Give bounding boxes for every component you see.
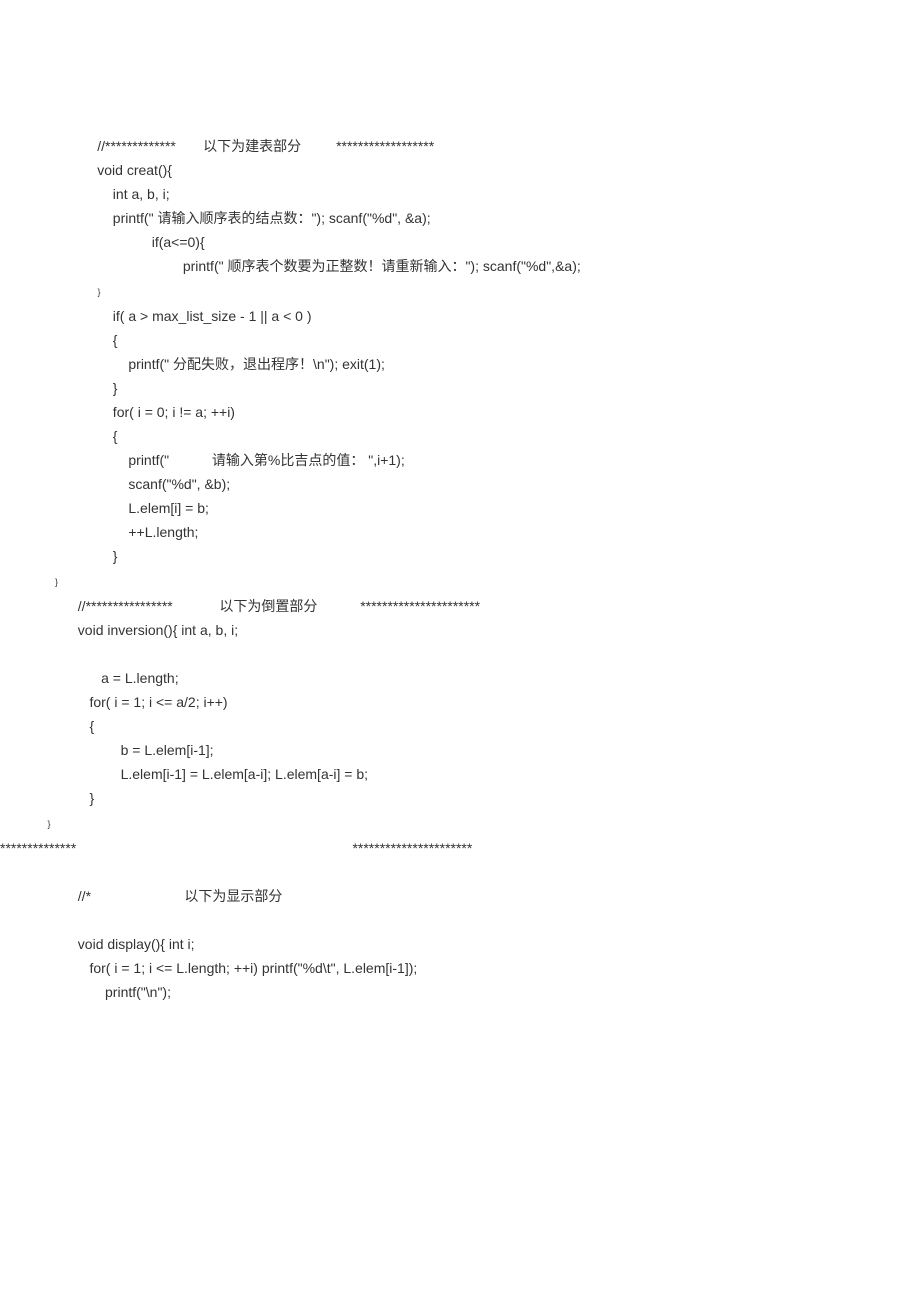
code-line: for( i = 1; i <= L.length; ++i) printf("… [0, 960, 417, 976]
code-line: int a, b, i; [0, 186, 170, 202]
code-line: printf(" 请输入顺序表的结点数："); scanf("%d", &a); [0, 210, 431, 226]
code-line: if( a > max_list_size - 1 || a < 0 ) [0, 308, 312, 324]
code-line: //**************** 以下为倒置部分 *************… [0, 598, 480, 614]
code-line: void inversion(){ int a, b, i; [0, 622, 238, 638]
code-line: printf(" 顺序表个数要为正整数！请重新输入："); scanf("%d"… [0, 258, 581, 274]
code-line: void creat(){ [0, 162, 172, 178]
code-line: { [0, 718, 94, 734]
code-line: L.elem[i] = b; [0, 500, 209, 516]
code-line: printf(" 请输入第%比吉点的值： ",i+1); [0, 452, 405, 468]
code-line: for( i = 0; i != a; ++i) [0, 404, 235, 420]
code-line: ************** ********************** [0, 840, 472, 856]
code-line: void display(){ int i; [0, 936, 195, 952]
code-line: } [0, 577, 58, 587]
code-line: //************* 以下为建表部分 ****************… [0, 138, 434, 154]
code-line: a = L.length; [0, 670, 179, 686]
code-line: printf("\n"); [0, 984, 171, 1000]
code-line: b = L.elem[i-1]; [0, 742, 214, 758]
code-line: //* 以下为显示部分 [0, 888, 282, 904]
code-line: { [0, 428, 117, 444]
code-line: scanf("%d", &b); [0, 476, 230, 492]
code-content: //************* 以下为建表部分 ****************… [0, 110, 920, 1028]
code-line: } [0, 287, 101, 297]
code-line: { [0, 332, 117, 348]
code-line: ++L.length; [0, 524, 198, 540]
code-line: } [0, 380, 117, 396]
code-line: L.elem[i-1] = L.elem[a-i]; L.elem[a-i] =… [0, 766, 368, 782]
code-line [0, 646, 78, 662]
code-line: } [0, 548, 117, 564]
code-line: } [0, 790, 94, 806]
code-line: for( i = 1; i <= a/2; i++) [0, 694, 228, 710]
code-line: } [0, 819, 51, 829]
code-line: printf(" 分配失败，退出程序！\n"); exit(1); [0, 356, 385, 372]
code-line: if(a<=0){ [0, 234, 205, 250]
document-page: //************* 以下为建表部分 ****************… [0, 0, 920, 1303]
code-line [0, 912, 78, 928]
